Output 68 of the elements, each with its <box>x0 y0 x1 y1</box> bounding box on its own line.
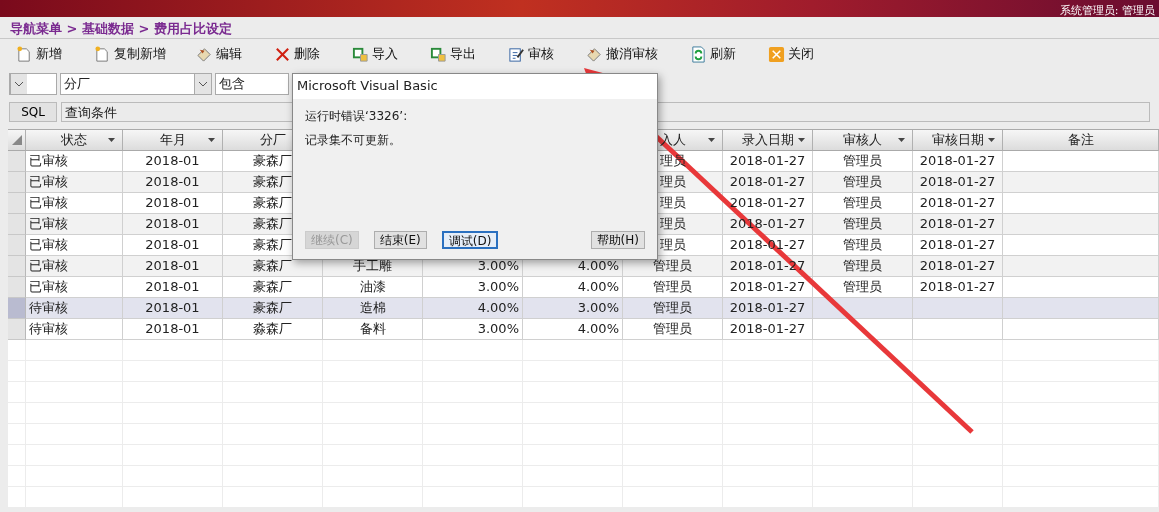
sql-button[interactable]: SQL <box>9 102 57 122</box>
table-cell: 2018-01-27 <box>723 172 813 193</box>
table-cell: 待审核 <box>26 298 123 319</box>
toolbar-button[interactable]: 审核 <box>504 42 558 66</box>
table-cell: 2018-01-27 <box>913 172 1003 193</box>
table-cell: 管理员 <box>623 256 723 277</box>
row-header[interactable] <box>8 172 26 193</box>
table-cell: 2018-01 <box>123 172 223 193</box>
toolbar-button[interactable]: 新增 <box>12 42 66 66</box>
row-header[interactable] <box>8 277 26 298</box>
table-cell: 管理员 <box>813 214 913 235</box>
table-cell: 造棉 <box>323 298 423 319</box>
delete-icon <box>274 45 291 63</box>
toolbar-button[interactable]: 关闭 <box>764 42 818 66</box>
new-document-icon <box>16 45 33 63</box>
row-header[interactable] <box>8 151 26 172</box>
dialog-button[interactable]: 调试(D) <box>441 231 499 249</box>
toolbar-button[interactable]: 撤消审核 <box>582 42 662 66</box>
error-message: 运行时错误‘3326’: <box>305 108 409 124</box>
table-cell: 2018-01-27 <box>913 256 1003 277</box>
table-cell: 管理员 <box>623 298 723 319</box>
caret-icon <box>198 81 208 87</box>
new-document-icon <box>94 45 111 63</box>
refresh-icon <box>690 45 707 63</box>
caret-icon <box>14 81 24 87</box>
table-cell: 豪森厂 <box>223 256 323 277</box>
table-cell: 2018-01 <box>123 298 223 319</box>
table-cell: 豪森厂 <box>223 298 323 319</box>
toolbar-button[interactable]: 复制新增 <box>90 42 170 66</box>
row-header[interactable] <box>8 193 26 214</box>
column-header[interactable]: 备注 <box>1003 130 1159 151</box>
table-cell: 4.00% <box>423 298 523 319</box>
row-header[interactable] <box>8 214 26 235</box>
table-cell: 已审核 <box>26 256 123 277</box>
row-header[interactable] <box>8 256 26 277</box>
input-field[interactable]: 包含 <box>215 73 289 95</box>
toolbar-button[interactable]: 删除 <box>270 42 324 66</box>
table-cell: 3.00% <box>523 298 623 319</box>
column-header[interactable]: 审核人 <box>813 130 913 151</box>
column-header[interactable]: 年月 <box>123 130 223 151</box>
dialog-button[interactable]: 帮助(H) <box>590 231 645 249</box>
table-cell: 已审核 <box>26 172 123 193</box>
toolbar-button[interactable]: 刷新 <box>686 42 740 66</box>
column-header[interactable]: 状态 <box>26 130 123 151</box>
table-cell: 2018-01-27 <box>913 214 1003 235</box>
dialog-title: Microsoft Visual Basic <box>293 74 657 99</box>
dropdown[interactable]: 分厂 <box>60 73 212 95</box>
table-cell: 2018-01 <box>123 256 223 277</box>
column-header[interactable]: 录入日期 <box>723 130 813 151</box>
toolbar-button[interactable]: 导出 <box>426 42 480 66</box>
edit-icon <box>508 45 525 63</box>
user-label: 系统管理员: 管理员 <box>1059 4 1156 17</box>
close-icon <box>768 45 785 63</box>
column-header[interactable]: 审核日期 <box>913 130 1003 151</box>
row-header[interactable] <box>8 235 26 256</box>
table-cell: 管理员 <box>813 172 913 193</box>
select-all-icon <box>10 134 23 146</box>
toolbar-button[interactable]: 导入 <box>348 42 402 66</box>
row-header[interactable] <box>8 298 26 319</box>
dropdown[interactable] <box>9 73 57 95</box>
table-cell: 管理员 <box>813 256 913 277</box>
table-cell: 2018-01 <box>123 214 223 235</box>
table-cell: 已审核 <box>26 214 123 235</box>
row-header[interactable] <box>8 319 26 340</box>
breadcrumb[interactable]: 导航菜单 > 基础数据 > 费用占比设定 <box>0 17 1159 39</box>
table-cell: 2018-01-27 <box>723 298 813 319</box>
dialog-button[interactable]: 结束(E) <box>373 231 427 249</box>
toolbar-button[interactable]: 编辑 <box>192 42 246 66</box>
